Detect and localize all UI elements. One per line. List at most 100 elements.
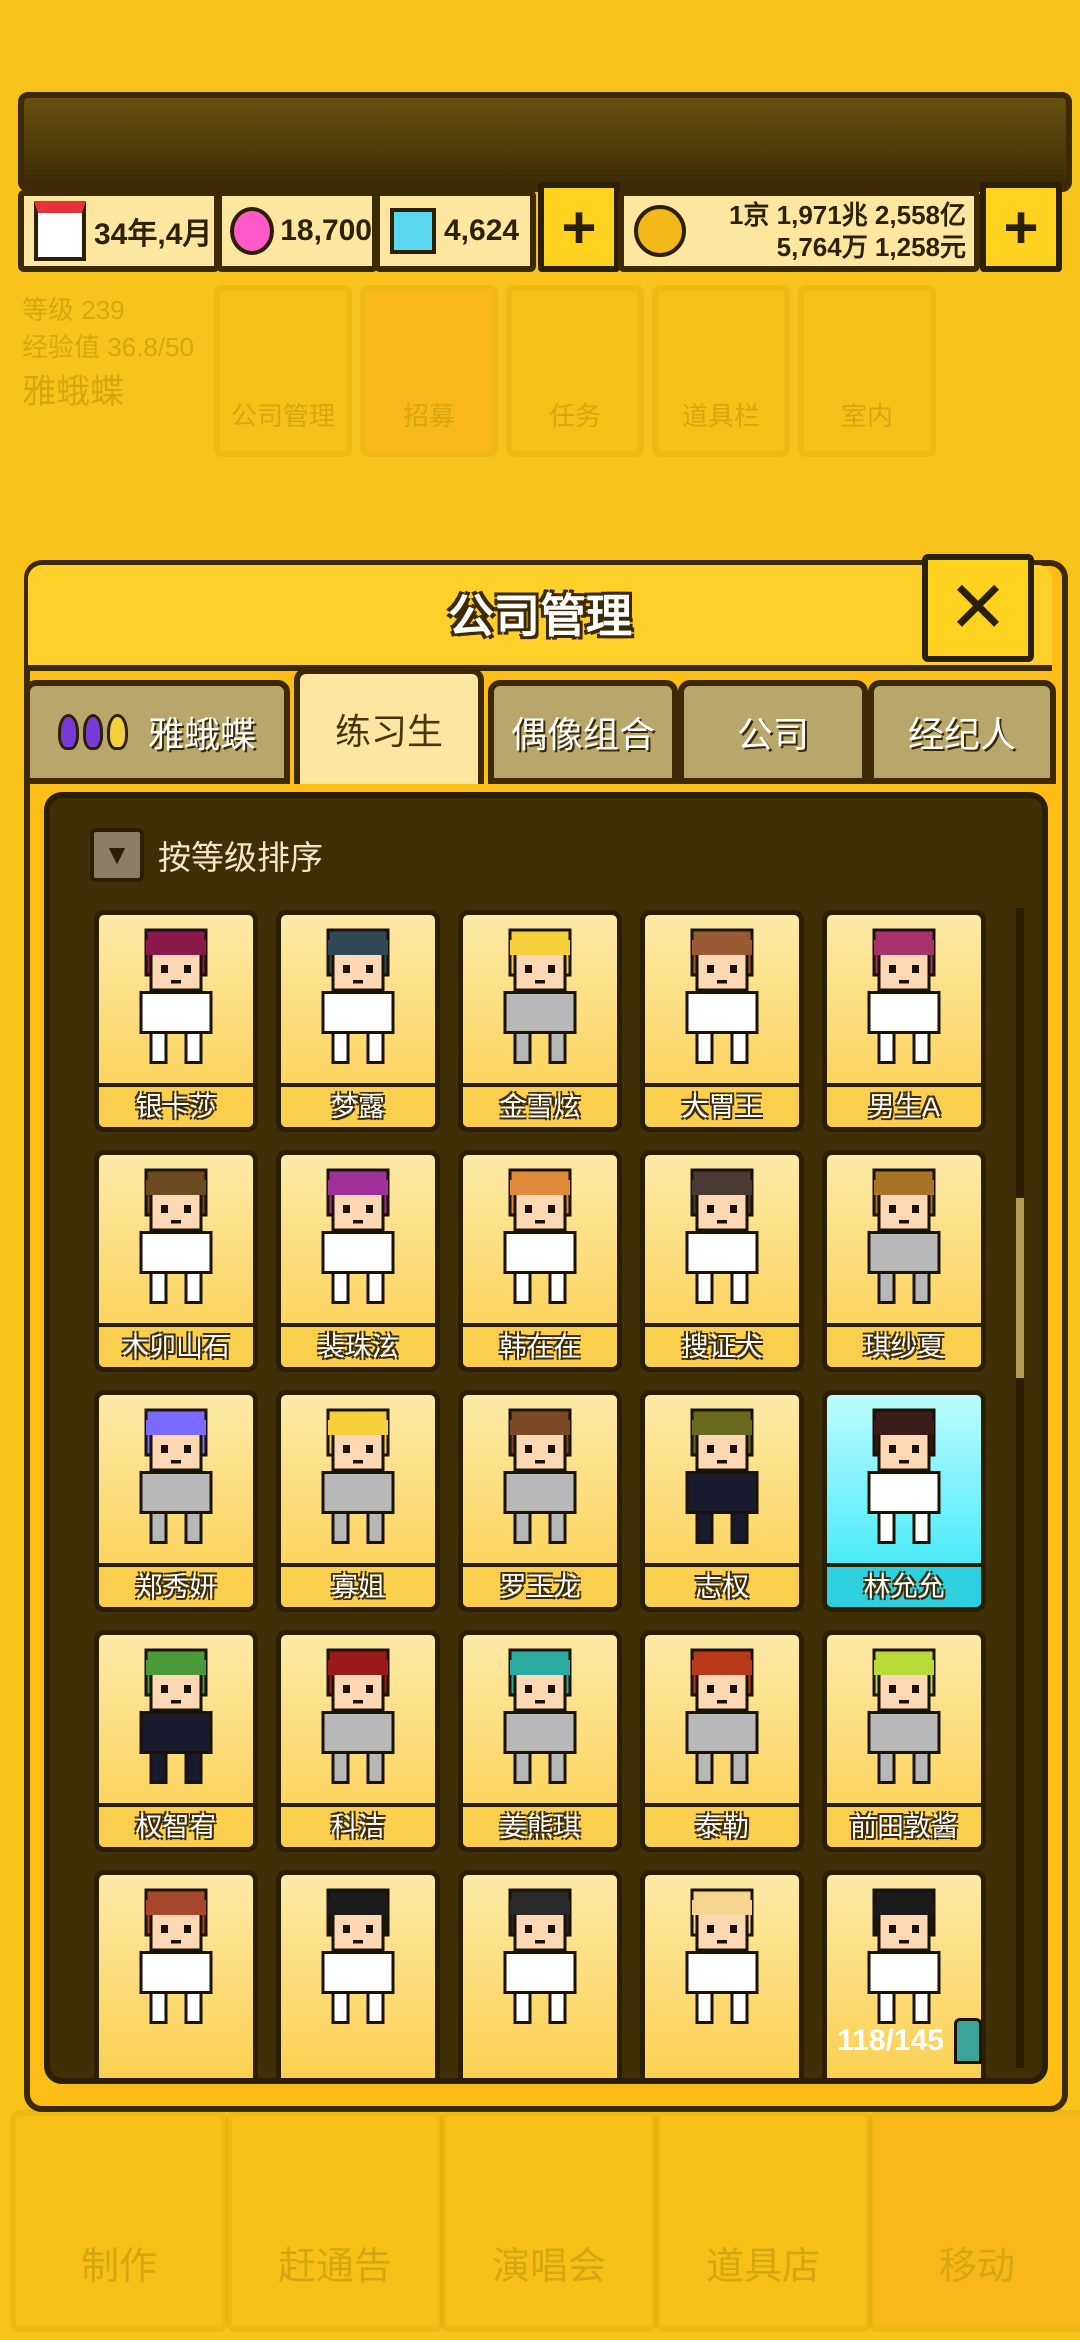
trainee-card[interactable]: 金雪炫 [458,910,622,1132]
menu-label: 任务 [548,401,601,431]
tab-trainees[interactable]: 练习生 [294,668,484,784]
blue-gem-count: 4,624 [444,214,520,247]
money-line-1: 1京 1,971兆 2,558亿 [728,200,966,230]
trainee-count-text: 118/145 [837,2024,944,2057]
trainee-card[interactable]: 前田敦酱 [822,1630,986,1852]
trainee-name: 裴珠泫 [281,1323,435,1367]
trainee-name: 姜熊琪 [463,1803,617,1847]
level-label: 等级 [22,295,75,325]
chevron-down-icon: ▼ [90,828,144,882]
trainee-avatar [685,1888,759,2024]
trainee-avatar [139,1168,213,1304]
add-gems-button[interactable]: + [538,182,620,272]
trainee-card[interactable]: 裴珠泫 [276,1150,440,1372]
trainee-card[interactable]: 林允允 [822,1390,986,1612]
trainee-name: 权智宥 [99,1803,253,1847]
trainee-avatar [867,1648,941,1784]
trainee-name: 韩在在 [463,1323,617,1367]
trainee-icon [954,2018,982,2064]
trainee-avatar [685,1648,759,1784]
trainee-card[interactable]: 寡姐 [276,1390,440,1612]
trainee-name: 梦露 [281,1083,435,1127]
trainee-card[interactable]: 泰勒 [640,1630,804,1852]
trainee-avatar [503,1888,577,2024]
trainee-card[interactable] [94,1870,258,2078]
trainee-card[interactable]: 大胃王 [640,910,804,1132]
pink-gem-icon [230,207,275,255]
trainee-card[interactable]: 志权 [640,1390,804,1612]
scrollbar-track[interactable] [1016,908,1024,2068]
trainee-avatar [503,928,577,1064]
calendar-icon [34,201,86,261]
trainee-avatar [139,928,213,1064]
trainee-name: 郑秀妍 [99,1563,253,1607]
pink-gem-counter: 18,700 [216,190,378,272]
scrollbar-thumb[interactable] [1016,1198,1024,1378]
trainee-name: 志权 [645,1563,799,1607]
date-display: 34年,4月 [18,190,220,272]
tab-label: 经纪人 [907,714,1016,755]
trainee-card[interactable] [458,1870,622,2078]
trainee-card[interactable] [640,1870,804,2078]
tab-label: 练习生 [334,711,443,752]
trainee-avatar [321,928,395,1064]
trainee-name: 罗玉龙 [463,1563,617,1607]
trainee-card[interactable]: 郑秀妍 [94,1390,258,1612]
menu-label: 公司管理 [230,401,335,431]
trainee-name: 木卯山石 [99,1323,253,1367]
trainee-card[interactable]: 银卡莎 [94,910,258,1132]
top-banner [18,92,1072,192]
tab-label: 雅蛾蝶 [147,714,256,755]
trainee-name: 搜证犬 [645,1323,799,1367]
trainee-name: 泰勒 [645,1803,799,1847]
menu-tasks: 任务 [506,285,644,457]
nav-schedule: 赶通告 [226,2110,444,2332]
trainee-avatar [685,1168,759,1304]
trainee-avatar [321,1168,395,1304]
trainee-card[interactable]: 琪纱夏 [822,1150,986,1372]
nav-label: 道具店 [705,2246,820,2288]
tab-managers[interactable]: 经纪人 [868,680,1056,784]
modal-title: 公司管理 [448,590,632,642]
trainee-card[interactable]: 男生A [822,910,986,1132]
trainee-avatar [321,1888,395,2024]
trainee-card[interactable]: 权智宥 [94,1630,258,1852]
trainee-avatar [139,1888,213,2024]
trainee-card[interactable]: 梦露 [276,910,440,1132]
trainee-card[interactable]: 木卯山石 [94,1150,258,1372]
trainee-card[interactable]: 韩在在 [458,1150,622,1372]
level-value: 239 [81,295,125,325]
trainee-card[interactable]: 科洁 [276,1630,440,1852]
trainee-card[interactable] [276,1870,440,2078]
trainee-card[interactable]: 搜证犬 [640,1150,804,1372]
nav-label: 移动 [938,2246,1015,2288]
trainee-name: 男生A [827,1083,981,1127]
close-button[interactable]: ✕ [922,554,1034,662]
trainee-name: 寡姐 [281,1563,435,1607]
trainee-name: 大胃王 [645,1083,799,1127]
tab-label: 偶像组合 [510,714,655,755]
level-panel: 等级 239 经验值 36.8/50 雅蛾蝶 [22,290,202,450]
trainee-avatar [503,1168,577,1304]
tab-idol-groups[interactable]: 偶像组合 [488,680,678,784]
trainee-name: 琪纱夏 [827,1323,981,1367]
nav-move: 移动 [868,2110,1080,2332]
trainee-avatar [503,1408,577,1544]
date-text: 34年,4月 [94,218,213,251]
tab-company-name[interactable]: 雅蛾蝶 [24,680,290,784]
exp-text: 经验值 36.8/50 [22,332,194,362]
menu-inventory: 道具栏 [652,285,790,457]
menu-recruit: 招募 [360,285,498,457]
trainee-card[interactable]: 姜熊琪 [458,1630,622,1852]
money-counter: 1京 1,971兆 2,558亿 5,764万 1,258元 [618,190,980,272]
nav-label: 演唱会 [491,2246,606,2288]
trainee-card[interactable]: 罗玉龙 [458,1390,622,1612]
sort-toggle[interactable]: ▼ 按等级排序 [90,828,323,882]
trainee-avatar [503,1648,577,1784]
tab-company[interactable]: 公司 [678,680,868,784]
trainee-avatar [867,928,941,1064]
menu-company: 公司管理 [214,285,352,457]
blue-gem-icon [390,208,436,254]
add-money-button[interactable]: + [980,182,1062,272]
money-line-2: 5,764万 1,258元 [776,232,966,262]
